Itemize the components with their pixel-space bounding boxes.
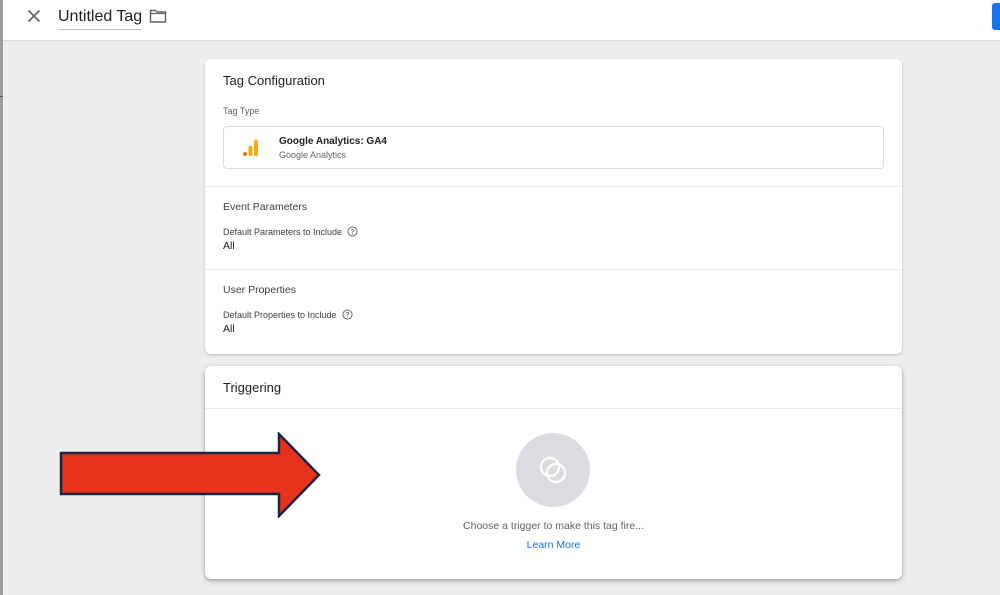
choose-trigger-button[interactable]: [516, 433, 590, 507]
left-edge: [0, 0, 3, 595]
learn-more-link[interactable]: Learn More: [205, 539, 902, 551]
default-parameters-label: Default Parameters to Include: [223, 226, 358, 237]
close-icon: [27, 9, 41, 23]
tag-type-name: Google Analytics: GA4: [279, 136, 387, 147]
default-properties-label: Default Properties to Include: [223, 309, 353, 320]
default-parameters-text: Default Parameters to Include: [223, 226, 343, 237]
google-analytics-icon: [243, 140, 258, 156]
save-button[interactable]: [992, 3, 1000, 30]
tag-type-selector[interactable]: Google Analytics: GA4 Google Analytics: [223, 126, 884, 169]
triggering-title: Triggering: [223, 380, 282, 395]
tag-name-field[interactable]: Untitled Tag: [58, 7, 143, 30]
divider: [205, 269, 902, 270]
tag-configuration-card[interactable]: Tag Configuration Tag Type Google Analyt…: [205, 59, 902, 354]
default-properties-text: Default Properties to Include: [223, 309, 337, 320]
default-properties-value: All: [223, 323, 235, 335]
default-parameters-value: All: [223, 240, 235, 252]
top-bar: Untitled Tag: [3, 0, 1000, 41]
close-button[interactable]: [22, 4, 46, 28]
user-properties-title: User Properties: [223, 284, 296, 296]
tag-configuration-title: Tag Configuration: [223, 73, 325, 88]
divider: [205, 408, 902, 409]
divider: [205, 186, 902, 187]
tag-type-subtitle: Google Analytics: [279, 150, 347, 160]
annotation-arrow-icon: [59, 432, 321, 518]
trigger-icon: [539, 456, 567, 484]
event-parameters-title: Event Parameters: [223, 201, 308, 213]
folder-icon: [149, 9, 167, 23]
tag-type-label: Tag Type: [223, 106, 260, 116]
left-edge-tick: [0, 96, 3, 97]
help-icon[interactable]: [347, 226, 358, 237]
help-icon[interactable]: [342, 309, 353, 320]
folder-button[interactable]: [149, 8, 167, 24]
trigger-message: Choose a trigger to make this tag fire..…: [463, 520, 644, 532]
